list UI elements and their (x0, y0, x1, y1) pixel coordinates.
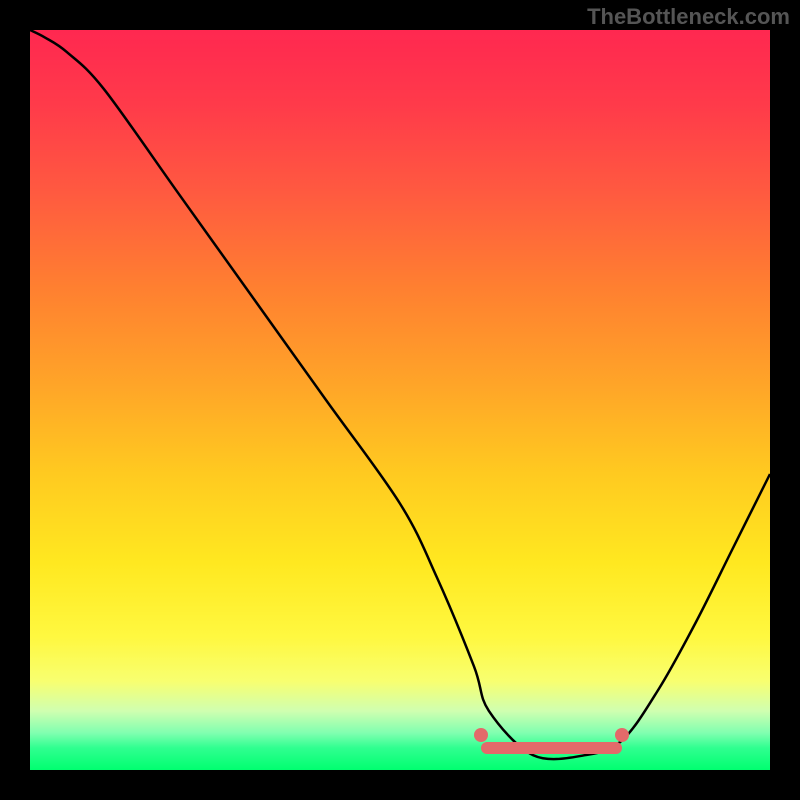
bottleneck-curve (30, 30, 770, 770)
watermark-text: TheBottleneck.com (587, 4, 790, 30)
chart-plot-area (30, 30, 770, 770)
optimal-range-band (481, 742, 622, 754)
optimal-range-end-dot (615, 728, 629, 742)
